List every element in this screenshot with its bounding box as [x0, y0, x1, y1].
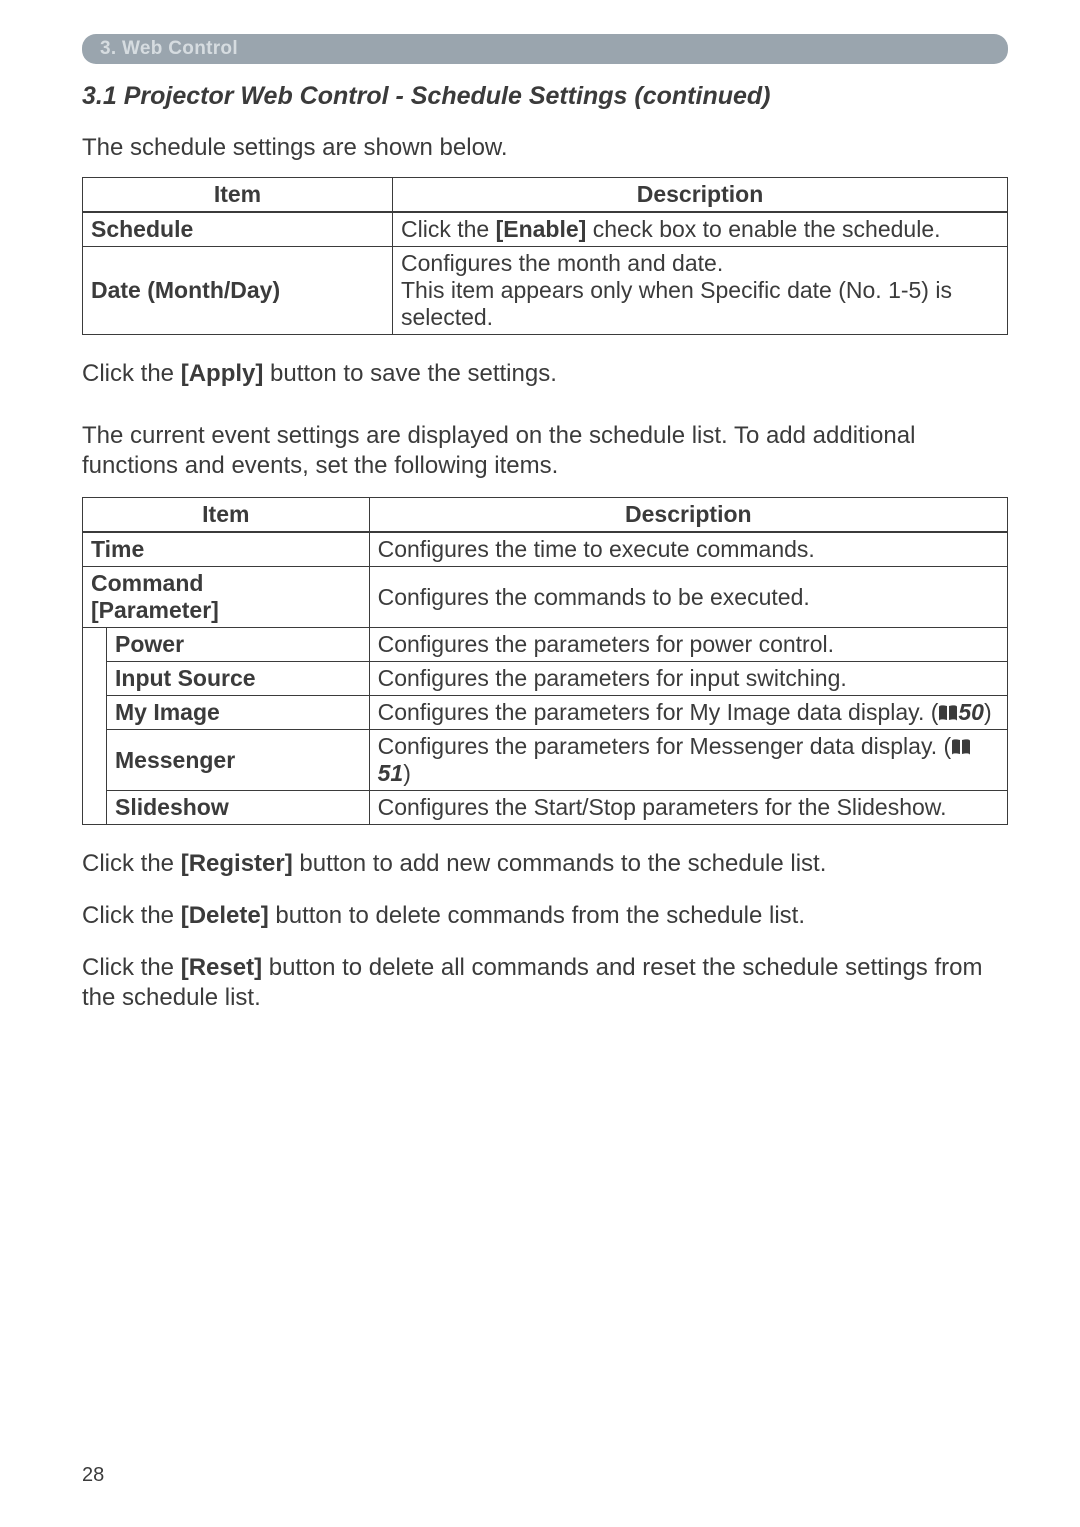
t2-input-desc: Configures the parameters for input swit…: [369, 662, 1007, 696]
t2-slideshow-desc: Configures the Start/Stop parameters for…: [369, 791, 1007, 825]
register-paragraph: Click the [Register] button to add new c…: [82, 849, 1008, 879]
delete-paragraph: Click the [Delete] button to delete comm…: [82, 901, 1008, 931]
page-number: 28: [82, 1464, 104, 1487]
t2-power-desc: Configures the parameters for power cont…: [369, 628, 1007, 662]
current-events-paragraph: The current event settings are displayed…: [82, 421, 1008, 481]
t2-cmd: Command [Parameter]: [83, 567, 370, 628]
page-subheading: 3.1 Projector Web Control - Schedule Set…: [82, 82, 1008, 111]
table1-row1-item: Schedule: [83, 212, 393, 247]
t2-myimg-ref: 50: [958, 699, 984, 725]
t2-time-desc: Configures the time to execute commands.: [369, 532, 1007, 567]
table1-row2-item: Date (Month/Day): [83, 247, 393, 335]
apply-pre: Click the: [82, 360, 181, 387]
reset-pre: Click the: [82, 954, 181, 981]
section-header-text: 3. Web Control: [100, 38, 238, 59]
t2-msgr-pre: Configures the parameters for Messenger …: [378, 733, 952, 759]
table1-header-item: Item: [83, 178, 393, 213]
t2-indent-spacer: [83, 628, 107, 825]
table2-header-desc: Description: [369, 498, 1007, 533]
del-bold: [Delete]: [181, 902, 269, 929]
apply-post: button to save the settings.: [263, 360, 557, 387]
del-pre: Click the: [82, 902, 181, 929]
t2-myimage: My Image: [107, 696, 370, 730]
t1r1-post: check box to enable the schedule.: [586, 216, 940, 242]
table1-row2-desc: Configures the month and date. This item…: [393, 247, 1008, 335]
t2-time: Time: [83, 532, 370, 567]
manual-ref-icon: [951, 739, 971, 756]
table2-header-item: Item: [83, 498, 370, 533]
t2-cmd-l2: [Parameter]: [91, 597, 219, 623]
t1r1-bold: [Enable]: [496, 216, 587, 242]
event-settings-table: Item Description Time Configures the tim…: [82, 497, 1008, 825]
t2-cmd-desc: Configures the commands to be executed.: [369, 567, 1007, 628]
t2-msgr-ref: 51: [378, 760, 404, 786]
section-header-pill: 3. Web Control: [82, 34, 1008, 64]
t2-power: Power: [107, 628, 370, 662]
reg-pre: Click the: [82, 850, 181, 877]
t1r1-pre: Click the: [401, 216, 496, 242]
reg-bold: [Register]: [181, 850, 293, 877]
schedule-settings-table: Item Description Schedule Click the [Ena…: [82, 177, 1008, 335]
reset-paragraph: Click the [Reset] button to delete all c…: [82, 953, 1008, 1013]
t2-myimg-post: ): [984, 699, 992, 725]
table1-row1-desc: Click the [Enable] check box to enable t…: [393, 212, 1008, 247]
manual-ref-icon: [938, 705, 958, 722]
reg-post: button to add new commands to the schedu…: [293, 850, 827, 877]
t2-cmd-l1: Command: [91, 570, 203, 596]
apply-bold: [Apply]: [181, 360, 264, 387]
intro-text-1: The schedule settings are shown below.: [82, 133, 1008, 163]
t2-messenger-desc: Configures the parameters for Messenger …: [369, 730, 1007, 791]
t2-msgr-post: ): [403, 760, 411, 786]
t2-slideshow: Slideshow: [107, 791, 370, 825]
t2-myimage-desc: Configures the parameters for My Image d…: [369, 696, 1007, 730]
apply-paragraph: Click the [Apply] button to save the set…: [82, 359, 1008, 389]
t2-myimg-pre: Configures the parameters for My Image d…: [378, 699, 939, 725]
t2-messenger: Messenger: [107, 730, 370, 791]
reset-bold: [Reset]: [181, 954, 262, 981]
table1-header-desc: Description: [393, 178, 1008, 213]
t2-input: Input Source: [107, 662, 370, 696]
del-post: button to delete commands from the sched…: [269, 902, 805, 929]
